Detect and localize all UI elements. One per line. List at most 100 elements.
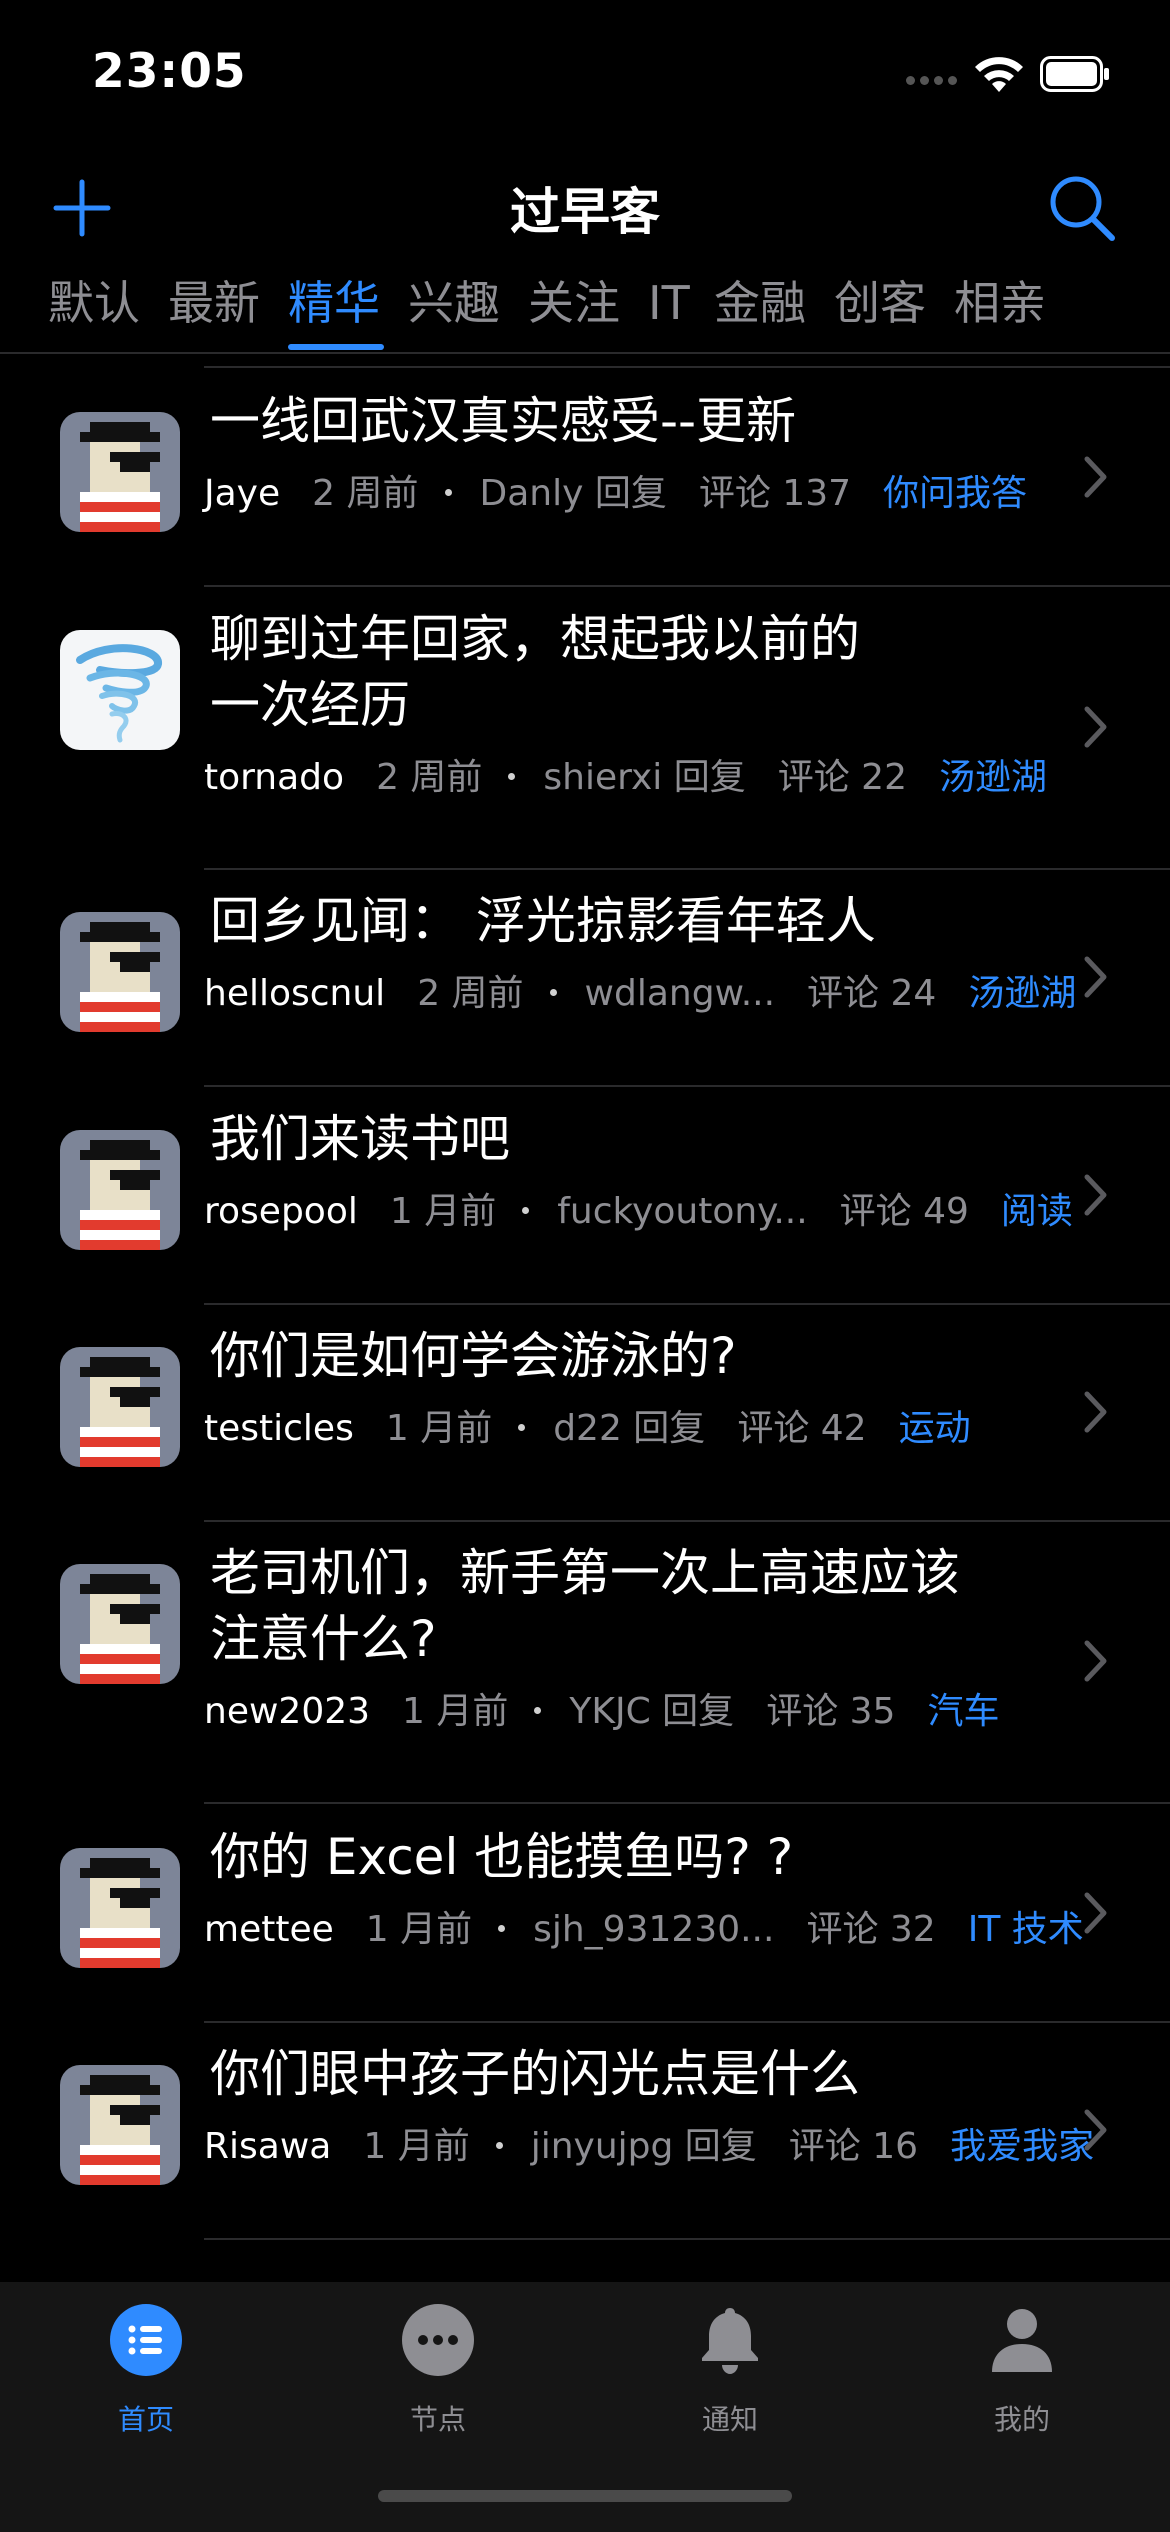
tab-featured[interactable]: 精华 [288, 268, 380, 348]
comment-count: 评论 32 [806, 1909, 936, 1950]
separator-dot [518, 1423, 526, 1431]
tabbar-nodes[interactable]: 节点 [338, 2304, 538, 2438]
search-icon[interactable] [1046, 172, 1118, 244]
tab-following[interactable]: 关注 [528, 268, 620, 348]
author-name[interactable]: rosepool [204, 1191, 358, 1232]
cellular-signal-icon [906, 76, 958, 88]
post-time: 1 月前 [389, 1191, 497, 1232]
author-avatar[interactable] [60, 1564, 180, 1684]
comment-count: 评论 16 [788, 2126, 919, 2167]
author-avatar[interactable] [60, 1347, 180, 1467]
comment-count: 评论 22 [777, 757, 907, 798]
category-tabs: 默认 最新 精华 兴趣 关注 IT 金融 创客 相亲 [0, 268, 1170, 354]
node-tag[interactable]: 汤逊湖 [939, 757, 1047, 798]
last-reply: wdlangw... [584, 973, 776, 1014]
last-reply: d22 回复 [553, 1408, 706, 1449]
post-title: 老司机们，新手第一次上高速应该 [210, 1544, 960, 1602]
post-meta: helloscnul 2 周前 wdlangw... 评论 24 汤逊湖 [204, 964, 1076, 1016]
post-time: 2 周前 [376, 757, 483, 798]
last-reply: sjh_931230... [533, 1909, 775, 1950]
author-name[interactable]: helloscnul [204, 973, 385, 1014]
bell-icon [702, 2308, 758, 2374]
tab-it[interactable]: IT [648, 268, 690, 348]
comment-count: 评论 49 [839, 1191, 969, 1232]
post-meta: tornado 2 周前 shierxi 回复 评论 22 汤逊湖 [204, 748, 1047, 800]
last-reply: Danly 回复 [479, 473, 667, 514]
post-row[interactable]: 老司机们，新手第一次上高速应该 注意什么? new2023 1 月前 YKJC 回复 评论… [0, 1520, 1170, 1802]
author-name[interactable]: mettee [204, 1909, 334, 1950]
post-meta: Jaye 2 周前 Danly 回复 评论 137 你问我答 [204, 464, 1027, 516]
person-icon [992, 2309, 1052, 2372]
node-tag[interactable]: 我爱我家 [950, 2126, 1094, 2167]
post-row[interactable]: 聊到过年回家，想起我以前的 一次经历 tornado 2 周前 shierxi 回复 评论… [0, 586, 1170, 868]
post-time: 1 月前 [365, 1909, 473, 1950]
post-title: 聊到过年回家，想起我以前的 [210, 610, 860, 668]
tab-dating[interactable]: 相亲 [954, 268, 1046, 348]
more-icon [402, 2304, 474, 2376]
node-tag[interactable]: 你问我答 [883, 473, 1027, 514]
node-tag[interactable]: 汤逊湖 [968, 973, 1076, 1014]
node-tag[interactable]: 阅读 [1001, 1191, 1073, 1232]
status-time: 23:05 [92, 44, 247, 99]
author-name[interactable]: testicles [204, 1408, 354, 1449]
tab-maker[interactable]: 创客 [834, 268, 926, 348]
post-row[interactable]: 一线回武汉真实感受--更新 Jaye 2 周前 Danly 回复 评论 137 你问我答 [0, 368, 1170, 585]
post-row[interactable]: 你的 Excel 也能摸鱼吗? ? mettee 1 月前 sjh_931230...… [0, 1804, 1170, 2021]
post-time: 2 周前 [312, 473, 419, 514]
post-meta: rosepool 1 月前 fuckyoutony... 评论 49 阅读 [204, 1182, 1073, 1234]
tab-finance[interactable]: 金融 [714, 268, 806, 348]
node-tag[interactable]: 汽车 [927, 1691, 999, 1732]
last-reply: YKJC 回复 [569, 1691, 735, 1732]
comment-count: 评论 24 [807, 973, 937, 1014]
author-avatar[interactable] [60, 1130, 180, 1250]
separator-dot [549, 988, 557, 996]
post-row[interactable]: 你们眼中孩子的闪光点是什么 Risawa 1 月前 jinyujpg 回复 评论 16 我… [0, 2021, 1170, 2238]
node-tag[interactable]: IT 技术 [968, 1909, 1084, 1950]
comment-count: 评论 42 [737, 1408, 867, 1449]
tab-latest[interactable]: 最新 [168, 268, 260, 348]
post-meta: testicles 1 月前 d22 回复 评论 42 运动 [204, 1399, 971, 1451]
tab-interest[interactable]: 兴趣 [408, 268, 500, 348]
separator-dot [508, 772, 516, 780]
post-row[interactable]: 我们来读书吧 rosepool 1 月前 fuckyoutony... 评论 49 阅读 [0, 1086, 1170, 1303]
node-tag[interactable]: 运动 [899, 1408, 971, 1449]
separator-dot [534, 1706, 542, 1714]
post-row[interactable]: 你们是如何学会游泳的? testicles 1 月前 d22 回复 评论 42 运动 [0, 1303, 1170, 1520]
post-title: 一次经历 [210, 676, 410, 734]
home-indicator [378, 2490, 792, 2502]
author-avatar[interactable] [60, 2065, 180, 2185]
comment-count: 评论 137 [698, 473, 852, 514]
post-meta: new2023 1 月前 YKJC 回复 评论 35 汽车 [204, 1682, 999, 1734]
list-icon [110, 2304, 182, 2376]
separator-dot [522, 1206, 530, 1214]
author-name[interactable]: new2023 [204, 1691, 370, 1732]
page-title: 过早客 [510, 183, 660, 241]
post-meta: mettee 1 月前 sjh_931230... 评论 32 IT 技术 [204, 1900, 1084, 1952]
author-name[interactable]: Jaye [204, 473, 280, 514]
wifi-icon [975, 57, 1023, 92]
author-name[interactable]: tornado [204, 757, 344, 798]
post-title: 注意什么? [210, 1610, 437, 1668]
author-avatar[interactable] [60, 1848, 180, 1968]
tabbar-notifications[interactable]: 通知 [630, 2304, 830, 2438]
separator-dot [498, 1924, 506, 1932]
post-time: 1 月前 [385, 1408, 493, 1449]
chevron-right-icon [1084, 1892, 1107, 1933]
author-avatar[interactable] [60, 630, 180, 750]
chevron-right-icon [1084, 456, 1107, 497]
last-reply: fuckyoutony... [557, 1191, 808, 1232]
post-row[interactable]: 回乡见闻： 浮光掠影看年轻人 helloscnul 2 周前 wdlangw... 评论… [0, 868, 1170, 1085]
author-avatar[interactable] [60, 412, 180, 532]
tab-default[interactable]: 默认 [48, 268, 140, 348]
separator-dot [495, 2141, 503, 2149]
author-name[interactable]: Risawa [204, 2126, 331, 2167]
tabbar-profile[interactable]: 我的 [922, 2304, 1122, 2438]
author-avatar[interactable] [60, 912, 180, 1032]
tabbar-label: 通知 [701, 2403, 758, 2436]
tabbar-home[interactable]: 首页 [46, 2304, 246, 2438]
tabbar-label: 首页 [117, 2403, 174, 2436]
chevron-right-icon [1084, 706, 1107, 748]
post-title: 回乡见闻： 浮光掠影看年轻人 [210, 892, 876, 950]
divider [204, 2238, 1170, 2240]
post-title: 你们是如何学会游泳的? [210, 1327, 737, 1385]
